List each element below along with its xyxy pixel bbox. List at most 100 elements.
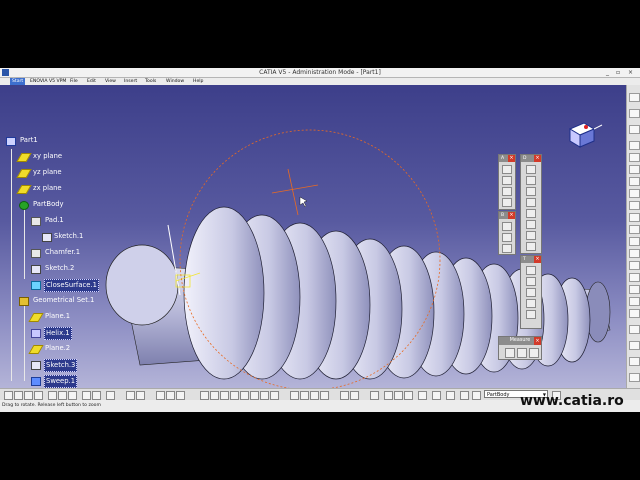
menu-tools[interactable]: Tools <box>145 78 156 85</box>
measure-inertia-button[interactable] <box>529 348 539 358</box>
split-button[interactable] <box>629 341 640 350</box>
point-tool-button[interactable] <box>526 165 536 174</box>
open-file-button[interactable] <box>14 391 23 400</box>
palette-b-close-button[interactable]: × <box>508 212 515 219</box>
print-button[interactable] <box>34 391 43 400</box>
minimize-button[interactable]: _ <box>606 68 609 77</box>
menu-help[interactable]: Help <box>193 78 203 85</box>
redo-button[interactable] <box>92 391 101 400</box>
cut-button[interactable] <box>48 391 57 400</box>
reference-button[interactable] <box>629 125 640 134</box>
normal-view-button[interactable] <box>260 391 269 400</box>
sweep-tool-button[interactable] <box>526 220 536 229</box>
join-tool-button[interactable] <box>526 242 536 251</box>
photo-button[interactable] <box>432 391 441 400</box>
apply-material-bottom-button[interactable] <box>350 391 359 400</box>
pocket-tool-button[interactable] <box>502 187 512 196</box>
formula-button[interactable] <box>126 391 135 400</box>
pan-button[interactable] <box>220 391 229 400</box>
copy-button[interactable] <box>58 391 67 400</box>
close-button[interactable]: × <box>628 68 633 77</box>
shading-button[interactable] <box>300 391 309 400</box>
menu-edit[interactable]: Edit <box>87 78 96 85</box>
shell-button[interactable] <box>629 285 640 294</box>
plane-tool-button[interactable] <box>526 187 536 196</box>
catalog-button[interactable] <box>370 391 379 400</box>
extrude-tool-button[interactable] <box>502 222 512 231</box>
stiffener-button[interactable] <box>629 225 640 234</box>
thickness-button[interactable] <box>629 297 640 306</box>
menu-window[interactable]: Window <box>166 78 184 85</box>
axis-system-button[interactable] <box>166 391 175 400</box>
menu-file[interactable]: File <box>70 78 78 85</box>
sketch-tool-button[interactable] <box>502 165 512 174</box>
whats-this-button[interactable] <box>106 391 115 400</box>
fillet-button[interactable] <box>629 249 640 258</box>
chamfer-button[interactable] <box>629 261 640 270</box>
3d-viewport[interactable]: Part1 xy plane yz plane zx plane PartBod… <box>0 85 626 388</box>
pattern-tool-button[interactable] <box>526 299 536 308</box>
power-input-button[interactable] <box>176 391 185 400</box>
hide-show-button[interactable] <box>310 391 319 400</box>
rib-button[interactable] <box>629 201 640 210</box>
measure-between-button[interactable] <box>505 348 515 358</box>
knowledge-button[interactable] <box>136 391 145 400</box>
update-button[interactable] <box>156 391 165 400</box>
save-button[interactable] <box>24 391 33 400</box>
menu-enovia[interactable]: ENOVIA V5 VPM <box>30 78 66 85</box>
helix-tool-button[interactable] <box>526 198 536 207</box>
fit-all-button[interactable] <box>210 391 219 400</box>
swap-space-button[interactable] <box>320 391 329 400</box>
groove-button[interactable] <box>629 177 640 186</box>
workbench-icon[interactable] <box>629 93 640 102</box>
pad-tool-button[interactable] <box>502 176 512 185</box>
zoom-out-button[interactable] <box>250 391 259 400</box>
offset-tool-button[interactable] <box>502 244 512 253</box>
undo-button[interactable] <box>82 391 91 400</box>
translate-tool-button[interactable] <box>526 266 536 275</box>
new-file-button[interactable] <box>4 391 13 400</box>
pocket-button[interactable] <box>629 153 640 162</box>
draft-analysis-button[interactable] <box>394 391 403 400</box>
menu-view[interactable]: View <box>105 78 116 85</box>
measure-button[interactable] <box>340 391 349 400</box>
revolve-tool-button[interactable] <box>502 233 512 242</box>
rotate-view-button[interactable] <box>230 391 239 400</box>
ruler-button[interactable] <box>418 391 427 400</box>
layer-button[interactable] <box>472 391 481 400</box>
sketcher-button[interactable] <box>629 109 640 118</box>
multi-view-button[interactable] <box>270 391 279 400</box>
hole-button[interactable] <box>629 189 640 198</box>
palette-a-close-button[interactable]: × <box>508 155 515 162</box>
scroll-down-button[interactable] <box>629 373 640 382</box>
line-tool-button[interactable] <box>526 176 536 185</box>
menu-insert[interactable]: Insert <box>124 78 137 85</box>
selection-button[interactable] <box>446 391 455 400</box>
maximize-button[interactable]: ▫ <box>616 68 620 77</box>
boolean-button[interactable] <box>629 325 640 334</box>
pad-button[interactable] <box>629 141 640 150</box>
iso-view-button[interactable] <box>290 391 299 400</box>
zoom-in-button[interactable] <box>240 391 249 400</box>
color-button[interactable] <box>460 391 469 400</box>
spline-tool-button[interactable] <box>526 209 536 218</box>
slot-button[interactable] <box>629 213 640 222</box>
measure-item-button[interactable] <box>517 348 527 358</box>
shaft-tool-button[interactable] <box>502 198 512 207</box>
draft-button[interactable] <box>629 273 640 282</box>
apply-material-button[interactable] <box>629 357 640 366</box>
menu-start[interactable]: Start <box>10 78 26 85</box>
palette-d-close-button[interactable]: × <box>534 155 541 162</box>
symmetry-tool-button[interactable] <box>526 288 536 297</box>
rotate-tool-button[interactable] <box>526 277 536 286</box>
scaling-tool-button[interactable] <box>526 310 536 319</box>
shaft-button[interactable] <box>629 165 640 174</box>
fill-tool-button[interactable] <box>526 231 536 240</box>
curvature-analysis-button[interactable] <box>404 391 413 400</box>
measure-close-button[interactable]: × <box>534 337 541 345</box>
loft-button[interactable] <box>629 237 640 246</box>
thread-button[interactable] <box>629 309 640 318</box>
fly-mode-button[interactable] <box>200 391 209 400</box>
palette-t-close-button[interactable]: × <box>534 256 541 263</box>
analysis-button[interactable] <box>384 391 393 400</box>
